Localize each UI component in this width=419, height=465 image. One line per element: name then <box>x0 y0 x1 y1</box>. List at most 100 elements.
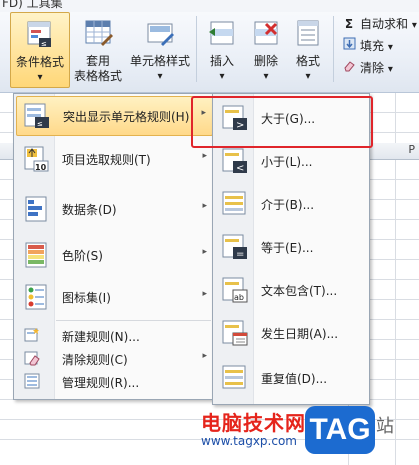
cell-styles-icon <box>147 23 174 46</box>
chevron-down-icon: ▾ <box>219 71 225 82</box>
menu-separator <box>56 320 211 321</box>
menu-item-label: 重复值(D)... <box>261 372 328 386</box>
menu-item-top-bottom-rules[interactable]: 10 项目选取规则(T) ▸ <box>16 140 213 178</box>
highlight-rules-icon: ≤ <box>24 103 49 128</box>
manage-rules-icon <box>24 373 40 389</box>
watermark-tail-text: 站 <box>376 416 394 437</box>
watermark-site-name: 电脑技术网 <box>201 411 306 435</box>
conditional-format-menu: ≤ 突出显示单元格规则(H) ▸ 10 项目选取规则(T) ▸ 数据条(D) ▸ <box>13 93 216 400</box>
delete-cells-icon <box>254 21 278 45</box>
equal-to-icon: = <box>222 234 247 260</box>
sigma-icon: Σ <box>344 17 354 31</box>
fill-button[interactable]: 填充 ▾ <box>342 37 393 55</box>
menu-item-color-scales[interactable]: 色阶(S) ▸ <box>16 236 213 274</box>
format-as-table-button[interactable]: 套用 表格格式 <box>70 12 126 86</box>
clear-label: 清除 <box>360 61 385 75</box>
insert-button[interactable]: 插入 ▾ <box>200 12 244 86</box>
data-bars-icon <box>25 196 47 222</box>
menu-item-label: 图标集(I) <box>62 291 111 305</box>
ribbon-group-divider <box>196 16 197 82</box>
menu-item-label: 数据条(D) <box>62 203 117 217</box>
format-button[interactable]: 格式 ▾ <box>288 12 328 86</box>
less-than-icon: < <box>222 148 247 174</box>
ribbon-group-divider <box>333 16 334 82</box>
autosum-button[interactable]: Σ 自动求和 ▾ <box>342 15 417 33</box>
format-cells-icon <box>297 20 319 46</box>
date-occurring-icon <box>222 320 248 346</box>
text-contains-icon: ab <box>222 277 248 303</box>
format-label: 格式 <box>295 54 320 68</box>
title-bar: FD) 工具集 <box>0 0 419 12</box>
chevron-down-icon: ▾ <box>157 71 163 82</box>
submenu-arrow-icon: ▸ <box>202 351 207 361</box>
menu-item-label: 文本包含(T)... <box>261 284 338 298</box>
menu-item-label: 项目选取规则(T) <box>62 153 151 167</box>
menu-item-label: 发生日期(A)... <box>261 327 339 341</box>
submenu-item-equal-to[interactable]: = 等于(E)... <box>215 228 367 266</box>
svg-text:≤: ≤ <box>37 120 43 128</box>
format-as-table-label: 套用 <box>85 54 110 68</box>
menu-item-icon-sets[interactable]: 图标集(I) ▸ <box>16 278 213 316</box>
svg-text:<: < <box>236 163 244 174</box>
watermark-url: www.tagxp.com <box>201 434 297 448</box>
annotation-highlight-box <box>191 96 373 148</box>
submenu-arrow-icon: ▸ <box>202 151 207 161</box>
menu-item-label: 色阶(S) <box>62 249 103 263</box>
insert-label: 插入 <box>209 54 234 68</box>
chevron-down-icon: ▾ <box>263 71 269 82</box>
chevron-down-icon: ▾ <box>411 20 417 31</box>
submenu-arrow-icon: ▸ <box>202 289 207 299</box>
svg-text:=: = <box>236 249 244 260</box>
submenu-arrow-icon: ▸ <box>202 201 207 211</box>
top-bottom-rules-icon: 10 <box>24 146 49 172</box>
submenu-item-between[interactable]: 介于(B)... <box>215 185 367 223</box>
submenu-item-date-occurring[interactable]: 发生日期(A)... <box>215 314 367 352</box>
menu-item-label: 介于(B)... <box>261 198 315 212</box>
cell-styles-button[interactable]: 单元格样式 ▾ <box>128 12 192 86</box>
chevron-down-icon: ▾ <box>37 72 43 83</box>
insert-cells-icon <box>209 21 234 45</box>
fill-down-icon <box>342 37 356 53</box>
chevron-down-icon: ▾ <box>305 71 311 82</box>
delete-label: 删除 <box>253 54 278 68</box>
svg-text:ab: ab <box>234 293 244 302</box>
clear-button[interactable]: 清除 ▾ <box>342 59 393 77</box>
submenu-item-duplicate-values[interactable]: 重复值(D)... <box>215 359 367 397</box>
column-header-p[interactable]: P <box>408 143 415 156</box>
conditional-format-icon: ≤ <box>27 21 51 48</box>
chevron-down-icon: ▾ <box>387 42 393 53</box>
svg-text:≤: ≤ <box>41 40 47 48</box>
window-title: FD) 工具集 <box>2 0 63 10</box>
autosum-label: 自动求和 <box>360 17 409 31</box>
delete-button[interactable]: 删除 ▾ <box>244 12 288 86</box>
clear-rules-icon <box>24 351 40 366</box>
menu-item-highlight-cells-rules[interactable]: ≤ 突出显示单元格规则(H) ▸ <box>16 96 213 136</box>
ribbon: FD) 工具集 ≤ 条件格式 ▾ 套用 表格格式 单元格样式 ▾ 插入 ▾ 删除… <box>0 0 419 93</box>
menu-item-data-bars[interactable]: 数据条(D) ▸ <box>16 190 213 228</box>
svg-text:10: 10 <box>35 163 47 172</box>
conditional-format-button[interactable]: ≤ 条件格式 ▾ <box>10 12 70 88</box>
menu-item-label: 新建规则(N)... <box>62 330 140 344</box>
menu-item-manage-rules[interactable]: 管理规则(R)... <box>16 370 213 392</box>
fill-label: 填充 <box>360 39 385 53</box>
menu-item-label: 小于(L)... <box>261 155 313 169</box>
icon-sets-icon <box>25 284 47 310</box>
between-icon <box>222 191 246 215</box>
color-scales-icon <box>25 242 47 268</box>
submenu-item-text-contains[interactable]: ab 文本包含(T)... <box>215 271 367 309</box>
format-as-table-icon <box>85 20 113 46</box>
format-as-table-label-2: 表格格式 <box>73 69 122 83</box>
chevron-down-icon: ▾ <box>387 64 393 75</box>
watermark-tag-logo: TAG <box>305 406 375 454</box>
submenu-arrow-icon: ▸ <box>202 247 207 257</box>
menu-item-clear-rules[interactable]: 清除规则(C) ▸ <box>16 347 213 369</box>
new-rule-icon <box>24 328 39 342</box>
menu-item-new-rule[interactable]: 新建规则(N)... <box>16 324 213 346</box>
eraser-icon <box>342 59 356 75</box>
menu-item-label: 突出显示单元格规则(H) <box>63 110 190 124</box>
cell-styles-label: 单元格样式 <box>129 54 190 68</box>
menu-item-label: 清除规则(C) <box>62 353 128 367</box>
menu-item-label: 管理规则(R)... <box>62 376 140 390</box>
conditional-format-label: 条件格式 <box>15 55 64 69</box>
menu-item-label: 等于(E)... <box>261 241 314 255</box>
